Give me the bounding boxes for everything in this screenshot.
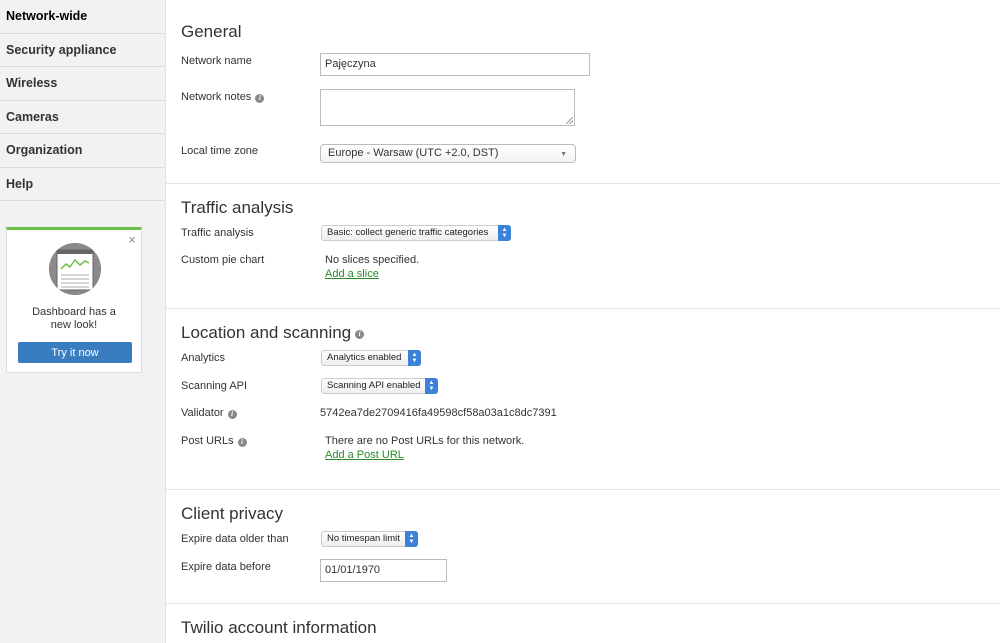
stepper-icon: ▲ ▼ [408,350,421,366]
time-zone-label: Local time zone [181,145,259,157]
stepper-icon: ▲ ▼ [425,378,438,394]
sidebar-item-help[interactable]: Help [0,168,165,201]
promo-message: Dashboard has a new look! [7,306,141,332]
scanning-api-label: Scanning API [181,380,248,392]
dashboard-illustration-icon [49,243,101,295]
main-content: General Network name Pajęczyna Network n… [166,0,1000,643]
validator-value: 5742ea7de2709416fa49598cf58a03a1c8dc7391 [320,407,557,419]
expire-before-input[interactable]: 01/01/1970 [320,559,447,582]
info-icon[interactable]: i [237,438,247,447]
add-post-url-link[interactable]: Add a Post URL [325,449,404,461]
sidebar-item-network-wide[interactable]: Network-wide [0,0,165,34]
expire-older-label: Expire data older than [181,533,289,545]
section-divider [166,603,1000,604]
promo-message-line1: Dashboard has a [32,306,116,318]
info-icon[interactable]: i [227,410,237,419]
analytics-label: Analytics [181,352,226,364]
validator-label: Validator i [181,407,237,419]
privacy-section-title: Client privacy [181,504,284,523]
analytics-select[interactable]: Analytics enabled ▲ ▼ [321,350,421,366]
try-it-now-button[interactable]: Try it now [18,342,132,363]
expire-before-label: Expire data before [181,561,271,573]
expire-older-select[interactable]: No timespan limit ▲ ▼ [321,531,418,547]
section-divider [166,308,1000,309]
add-slice-link[interactable]: Add a slice [325,268,379,280]
traffic-section-title: Traffic analysis [181,198,294,217]
chevron-down-icon: ▼ [560,151,567,158]
time-zone-select[interactable]: Europe - Warsaw (UTC +2.0, DST) ▼ [320,144,576,163]
expire-older-value: No timespan limit [327,533,400,544]
location-section-title: Location and scanning i [181,323,365,343]
resize-grip-icon[interactable] [566,117,573,124]
info-icon[interactable]: i [355,330,365,339]
network-name-label: Network name [181,55,252,67]
general-section-title: General [181,22,242,41]
sidebar: Network-wide Security appliance Wireless… [0,0,166,643]
traffic-analysis-select[interactable]: Basic: collect generic traffic categorie… [321,225,511,241]
sidebar-item-security-appliance[interactable]: Security appliance [0,34,165,67]
scanning-api-select[interactable]: Scanning API enabled ▲ ▼ [321,378,438,394]
network-notes-textarea[interactable] [320,89,575,126]
validator-label-text: Validator [181,407,224,419]
close-icon[interactable]: × [128,233,136,246]
time-zone-value: Europe - Warsaw (UTC +2.0, DST) [328,147,499,159]
sidebar-item-organization[interactable]: Organization [0,134,165,168]
stepper-icon: ▲ ▼ [405,531,418,547]
new-look-promo: × Dashboard has a new look! Try it now [6,227,142,373]
post-urls-status: There are no Post URLs for this network. [325,435,525,447]
network-name-input[interactable]: Pajęczyna [320,53,590,76]
traffic-analysis-label: Traffic analysis [181,227,254,239]
promo-message-line2: new look! [50,319,98,331]
network-notes-label: Network notes i [181,91,265,103]
scanning-api-value: Scanning API enabled [327,380,421,391]
section-divider [166,183,1000,184]
post-urls-label-text: Post URLs [181,435,234,447]
post-urls-label: Post URLs i [181,435,247,447]
location-section-title-text: Location and scanning [181,323,352,342]
analytics-value: Analytics enabled [327,352,402,363]
traffic-analysis-value: Basic: collect generic traffic categorie… [327,227,489,238]
section-divider [166,489,1000,490]
network-notes-label-text: Network notes [181,91,252,103]
info-icon[interactable]: i [255,94,265,103]
sidebar-item-cameras[interactable]: Cameras [0,101,165,134]
custom-pie-chart-label: Custom pie chart [181,254,265,266]
sidebar-item-wireless[interactable]: Wireless [0,67,165,101]
pie-slices-status: No slices specified. [325,254,420,266]
twilio-section-title: Twilio account information [181,618,377,637]
stepper-icon: ▲ ▼ [498,225,511,241]
